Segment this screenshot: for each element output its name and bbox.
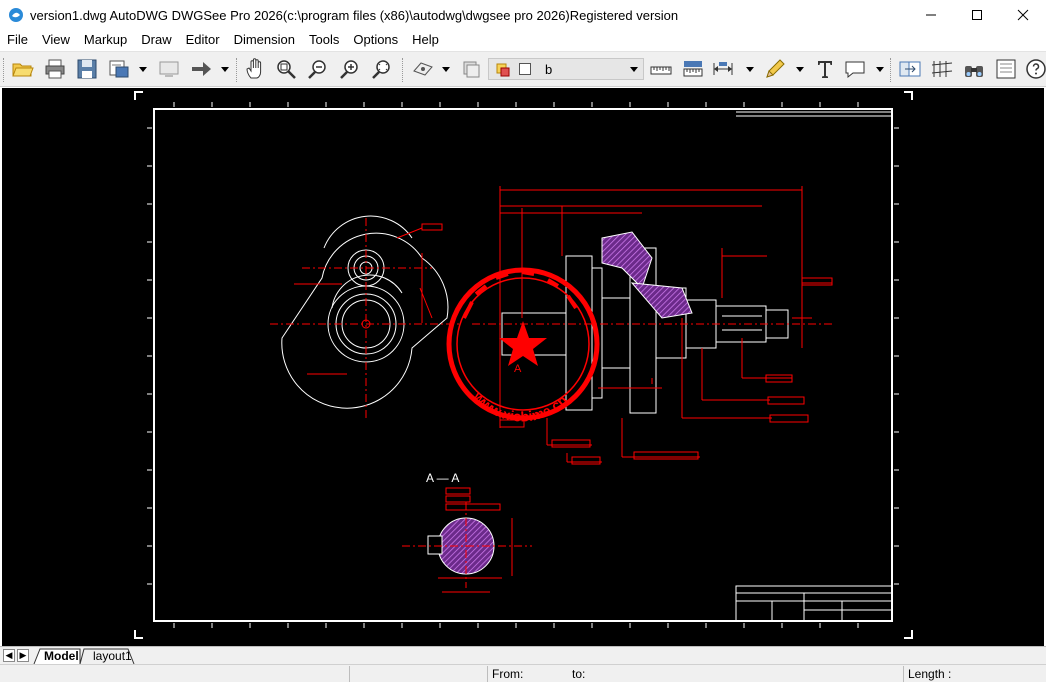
menu-file[interactable]: File (0, 30, 35, 50)
print-icon[interactable] (42, 56, 68, 82)
screen-icon[interactable] (156, 56, 182, 82)
cad-drawing: A — A www.xisbime.cn A (134, 91, 913, 639)
title-bar: version1.dwg AutoDWG DWGSee Pro 2026(c:\… (0, 0, 1046, 30)
open-folder-icon[interactable] (10, 56, 36, 82)
status-panel-empty (349, 666, 487, 682)
forward-arrow-icon[interactable] (188, 56, 214, 82)
crank-end-view (281, 215, 449, 409)
status-from-label: From: (492, 667, 524, 681)
toolbar-separator (402, 58, 405, 82)
pencil-dropdown-chevron-icon[interactable] (794, 56, 806, 82)
export-icon[interactable] (106, 56, 132, 82)
status-panel-measure: From: to: (487, 666, 901, 682)
toolbar-grip[interactable] (3, 58, 6, 82)
text-icon[interactable] (812, 56, 838, 82)
layout-tab-bar: ◀ ▶ Model layout1 (0, 646, 1046, 665)
pencil-icon[interactable] (762, 56, 788, 82)
hatch-section-upper (601, 231, 653, 289)
menu-dimension[interactable]: Dimension (227, 30, 302, 50)
drawing-frame (153, 108, 893, 622)
layer-dropdown-chevron-icon[interactable] (440, 56, 452, 82)
toolbar-separator (236, 58, 239, 82)
hatch-icon[interactable] (929, 56, 955, 82)
fit-page-icon[interactable] (993, 56, 1019, 82)
toolbar: b (0, 51, 1046, 87)
section-mark-a: A (514, 363, 522, 375)
dimension-icon[interactable] (710, 56, 736, 82)
zoom-window-icon[interactable] (273, 56, 299, 82)
section-a-a-view: A — A (402, 471, 532, 593)
zoom-extents-icon[interactable] (369, 56, 395, 82)
help-icon[interactable] (1023, 56, 1046, 82)
maximize-icon[interactable] (954, 0, 1000, 30)
left-dimensions (294, 223, 443, 375)
comment-dropdown-chevron-icon[interactable] (874, 56, 886, 82)
layer-select[interactable]: b (488, 58, 644, 80)
menu-options[interactable]: Options (346, 30, 405, 50)
menu-markup[interactable]: Markup (77, 30, 134, 50)
left-center-lines (270, 218, 462, 418)
section-label: A — A (426, 471, 459, 485)
title-block (735, 111, 893, 622)
window-title: version1.dwg AutoDWG DWGSee Pro 2026(c:\… (30, 7, 679, 23)
zoom-out-icon[interactable] (305, 56, 331, 82)
arrow-dropdown-chevron-icon[interactable] (219, 56, 231, 82)
menu-editor[interactable]: Editor (179, 30, 227, 50)
compare-icon[interactable] (897, 56, 923, 82)
red-seal-stamp: www.xisbime.cn (446, 267, 600, 425)
menu-view[interactable]: View (35, 30, 77, 50)
drawing-canvas[interactable]: A — A www.xisbime.cn A (2, 88, 1044, 646)
status-length-label: Length : (908, 667, 952, 681)
layer-name: b (545, 61, 553, 77)
layer-state-icon (496, 63, 510, 77)
print-corner-marks (134, 91, 913, 639)
status-panel-length: Length : (903, 666, 1046, 682)
zoom-in-icon[interactable] (337, 56, 363, 82)
layer-copy-icon[interactable] (458, 56, 484, 82)
minimize-icon[interactable] (908, 0, 954, 30)
export-dropdown-chevron-icon[interactable] (137, 56, 149, 82)
toolbar-separator (890, 58, 893, 82)
status-to-label: to: (572, 667, 586, 681)
window-controls (908, 0, 1046, 30)
frame-ruler-ticks (147, 102, 899, 628)
save-icon[interactable] (74, 56, 100, 82)
section-keyway (427, 535, 443, 555)
menu-draw[interactable]: Draw (134, 30, 178, 50)
layer-eye-icon[interactable] (410, 56, 436, 82)
measure-area-icon[interactable] (680, 56, 706, 82)
stamp-text: www.xisbime.cn (470, 388, 570, 425)
find-icon[interactable] (961, 56, 987, 82)
status-bar: From: to: Length : (0, 664, 1046, 682)
comment-icon[interactable] (842, 56, 868, 82)
close-icon[interactable] (1000, 0, 1046, 30)
dimension-dropdown-chevron-icon[interactable] (744, 56, 756, 82)
tab-scroll-left-icon[interactable]: ◀ (3, 649, 15, 662)
pan-hand-icon[interactable] (243, 56, 269, 82)
app-logo-icon (9, 8, 23, 22)
layer-color-swatch (519, 63, 531, 75)
menu-help[interactable]: Help (405, 30, 446, 50)
tab-scroll-right-icon[interactable]: ▶ (17, 649, 29, 662)
tab-model[interactable]: Model (44, 648, 79, 664)
menu-bar: File View Markup Draw Editor Dimension T… (0, 30, 1046, 50)
layer-select-chevron-icon[interactable] (627, 59, 641, 79)
measure-distance-icon[interactable] (648, 56, 674, 82)
tab-layout1[interactable]: layout1 (93, 648, 132, 664)
menu-tools[interactable]: Tools (302, 30, 346, 50)
